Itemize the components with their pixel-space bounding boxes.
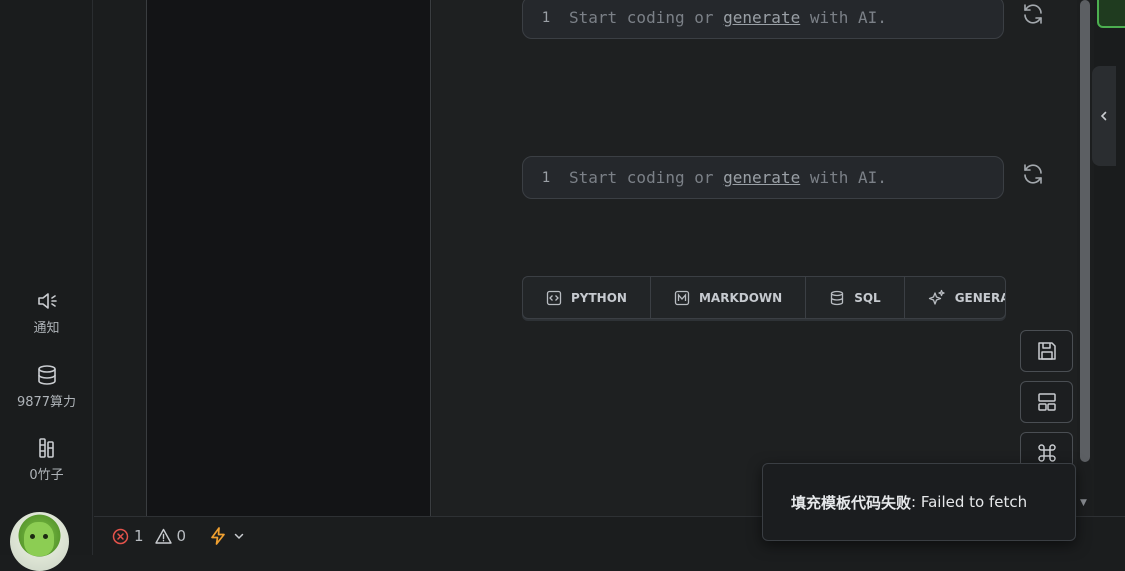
generate-button[interactable]: GENERATE bbox=[905, 277, 1005, 318]
add-markdown-button[interactable]: MARKDOWN bbox=[651, 277, 807, 318]
code-cell[interactable]: 1 Start coding or generate with AI. bbox=[522, 0, 1004, 39]
database-icon bbox=[37, 365, 56, 385]
markdown-label: MARKDOWN bbox=[698, 290, 783, 305]
refresh-icon[interactable] bbox=[1021, 162, 1045, 186]
add-sql-button[interactable]: SQL bbox=[806, 277, 905, 318]
error-count: 1 bbox=[134, 527, 144, 545]
sparkle-icon bbox=[928, 289, 945, 305]
scroll-down-arrow[interactable]: ▼ bbox=[1080, 498, 1087, 508]
bamboo-icon bbox=[38, 438, 54, 458]
file-panel bbox=[147, 0, 431, 516]
avatar[interactable] bbox=[10, 512, 69, 571]
compute-label: 9877算力 bbox=[16, 395, 77, 410]
cell-placeholder-prefix: Start coding or bbox=[569, 8, 714, 27]
save-icon bbox=[1037, 342, 1056, 360]
lightning-icon bbox=[211, 527, 225, 545]
collapse-panel-button[interactable] bbox=[1092, 66, 1116, 166]
generate-label: GENERATE bbox=[954, 290, 1005, 305]
python-label: PYTHON bbox=[571, 290, 627, 305]
bamboo-label: 0竹子 bbox=[29, 468, 64, 483]
gutter-panel bbox=[94, 0, 147, 516]
cell-placeholder-suffix: with AI. bbox=[809, 168, 887, 187]
notifications-label: 通知 bbox=[33, 321, 60, 336]
command-icon bbox=[1037, 444, 1056, 462]
chevron-left-icon bbox=[1100, 111, 1107, 121]
speaker-icon bbox=[37, 293, 57, 309]
cell-placeholder-suffix: with AI. bbox=[809, 8, 887, 27]
status-indicator bbox=[1097, 0, 1125, 28]
avatar-eye bbox=[43, 534, 48, 539]
error-icon bbox=[112, 528, 129, 544]
avatar-eye bbox=[30, 534, 35, 539]
line-number: 1 bbox=[541, 9, 551, 26]
refresh-icon[interactable] bbox=[1021, 2, 1045, 26]
line-number: 1 bbox=[541, 169, 551, 186]
avatar-face bbox=[24, 522, 54, 556]
add-python-button[interactable]: PYTHON bbox=[523, 277, 651, 318]
generate-link[interactable]: generate bbox=[723, 8, 800, 27]
toast-title: 填充模板代码失败 bbox=[791, 493, 912, 512]
notebook-area bbox=[432, 0, 1077, 516]
warning-count: 0 bbox=[176, 527, 187, 545]
layout-button[interactable] bbox=[1020, 381, 1073, 423]
markdown-icon bbox=[674, 290, 690, 305]
compute-nav-item[interactable]: 9877算力 bbox=[0, 363, 93, 410]
code-cell[interactable]: 1 Start coding or generate with AI. bbox=[522, 156, 1004, 199]
save-button[interactable] bbox=[1020, 330, 1073, 372]
scroll-thumb[interactable] bbox=[1080, 0, 1090, 462]
warning-icon bbox=[154, 528, 172, 544]
warnings-indicator[interactable]: 0 bbox=[154, 527, 187, 545]
lightning-menu[interactable] bbox=[208, 526, 245, 546]
chevron-down-icon bbox=[234, 533, 244, 540]
toast-message: : Failed to fetch bbox=[911, 493, 1028, 511]
bamboo-nav-item[interactable]: 0竹子 bbox=[0, 436, 93, 483]
layout-icon bbox=[1037, 393, 1056, 411]
errors-indicator[interactable]: 1 bbox=[112, 527, 144, 545]
add-cell-bar: PYTHON MARKDOWN SQL GENERATE bbox=[522, 276, 1006, 319]
left-nav: 通知 9877算力 0竹子 bbox=[0, 0, 93, 571]
notifications-nav-item[interactable]: 通知 bbox=[0, 289, 93, 336]
cell-placeholder-prefix: Start coding or bbox=[569, 168, 714, 187]
error-toast: 填充模板代码失败: Failed to fetch bbox=[762, 463, 1076, 541]
generate-link[interactable]: generate bbox=[723, 168, 800, 187]
sql-icon bbox=[831, 290, 844, 305]
code-icon bbox=[546, 290, 562, 305]
sql-label: SQL bbox=[854, 290, 881, 305]
